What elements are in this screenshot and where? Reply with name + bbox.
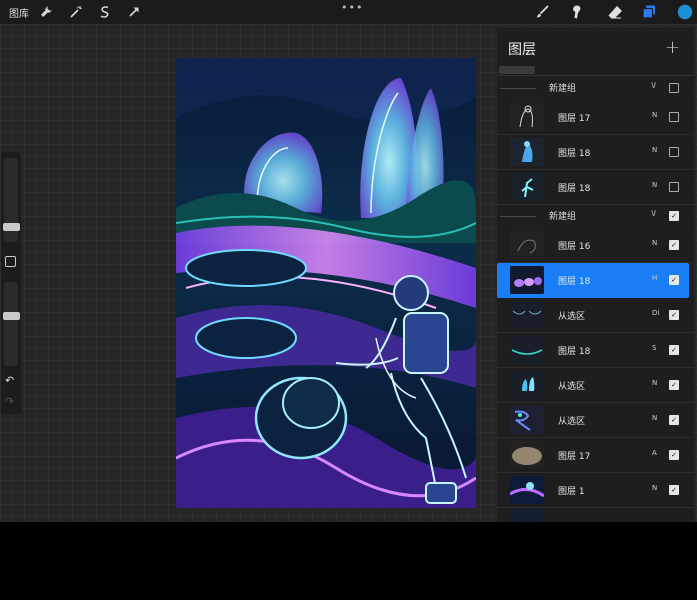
layer-thumbnail <box>510 336 544 364</box>
group-indicator <box>500 216 536 217</box>
next-layer-thumbnail[interactable] <box>510 508 544 522</box>
group-indicator <box>500 88 536 89</box>
more-options-icon[interactable]: ••• <box>341 1 363 14</box>
layer-row[interactable]: 图层 17 N <box>497 100 694 135</box>
blend-mode[interactable]: N <box>652 484 657 492</box>
layer-thumbnail <box>510 301 544 329</box>
add-layer-button[interactable]: + <box>665 37 680 58</box>
layers-panel-title: 图层 <box>508 42 536 58</box>
blend-mode[interactable]: Di <box>652 309 659 317</box>
layer-row[interactable]: 图层 16 N ✓ <box>497 228 694 263</box>
visibility-checkbox[interactable]: ✓ <box>669 275 679 285</box>
visibility-checkbox[interactable]: ✓ <box>669 415 679 425</box>
layer-row[interactable]: 从选区 N ✓ <box>497 368 694 403</box>
selection-icon[interactable] <box>96 3 114 21</box>
blend-mode[interactable]: N <box>652 146 657 154</box>
blend-mode[interactable]: N <box>652 181 657 189</box>
magic-wand-icon[interactable] <box>67 3 85 21</box>
layer-row[interactable]: 图层 18 S ✓ <box>497 333 694 368</box>
visibility-checkbox[interactable]: ✓ <box>669 211 679 221</box>
layer-name: 图层 18 <box>558 149 591 159</box>
chevron-down-icon[interactable]: ∨ <box>650 80 657 91</box>
undo-icon[interactable]: ↶ <box>5 374 14 387</box>
redo-icon[interactable]: ↷ <box>5 395 14 408</box>
blend-mode[interactable]: A <box>652 449 657 457</box>
layer-thumbnail <box>510 173 544 201</box>
top-toolbar: 图库 ••• <box>0 0 697 24</box>
layer-thumbnail <box>510 231 544 259</box>
layer-name: 图层 1 <box>558 487 585 497</box>
brush-size-slider[interactable] <box>3 158 20 242</box>
blend-mode[interactable]: N <box>652 379 657 387</box>
layer-thumbnail <box>510 441 544 469</box>
procreate-app: 图库 ••• ↶ ↷ 图层 + 新建组 ∨ 图层 17 N 图层 18 N 图层… <box>0 0 697 522</box>
visibility-checkbox[interactable] <box>669 182 679 192</box>
layers-panel: 图层 + 新建组 ∨ 图层 17 N 图层 18 N 图层 18 N 新建组 ∨… <box>497 28 694 522</box>
visibility-checkbox[interactable] <box>669 83 679 93</box>
visibility-checkbox[interactable]: ✓ <box>669 450 679 460</box>
brush-icon[interactable] <box>533 3 551 21</box>
wrench-icon[interactable] <box>37 3 55 21</box>
layer-name: 图层 16 <box>558 242 591 252</box>
visibility-checkbox[interactable] <box>669 112 679 122</box>
opacity-thumb[interactable] <box>3 312 20 320</box>
layer-row[interactable]: 图层 18 N <box>497 135 694 170</box>
layer-thumbnail <box>510 138 544 166</box>
layer-name: 图层 18 <box>558 184 591 194</box>
visibility-checkbox[interactable]: ✓ <box>669 380 679 390</box>
opacity-slider[interactable] <box>3 282 20 366</box>
visibility-checkbox[interactable] <box>669 147 679 157</box>
blend-mode[interactable]: N <box>652 111 657 119</box>
blend-mode[interactable]: N <box>652 239 657 247</box>
layer-thumbnail <box>510 476 544 504</box>
visibility-checkbox[interactable]: ✓ <box>669 310 679 320</box>
modify-square-icon[interactable] <box>5 256 16 267</box>
layer-row[interactable]: 从选区 Di ✓ <box>497 298 694 333</box>
layer-name: 图层 18 <box>558 277 591 287</box>
layer-name: 图层 17 <box>558 452 591 462</box>
chevron-down-icon[interactable]: ∨ <box>650 208 657 219</box>
layer-name: 图层 18 <box>558 347 591 357</box>
previous-layer-thumbnail[interactable] <box>499 66 535 74</box>
layer-group[interactable]: 新建组 ∨ ✓ <box>497 205 694 227</box>
layer-thumbnail <box>510 266 544 294</box>
layer-name: 图层 17 <box>558 114 591 124</box>
left-sidebar: ↶ ↷ <box>1 152 21 414</box>
layer-row[interactable]: 图层 1 N ✓ <box>497 473 694 508</box>
blend-mode[interactable]: S <box>652 344 656 352</box>
brush-size-thumb[interactable] <box>3 223 20 231</box>
canvas-artwork[interactable] <box>176 58 476 508</box>
gallery-button[interactable]: 图库 <box>9 5 29 20</box>
visibility-checkbox[interactable]: ✓ <box>669 240 679 250</box>
color-swatch[interactable] <box>676 3 694 21</box>
layer-row-selected[interactable]: 图层 18 H ✓ <box>497 263 689 298</box>
layer-row[interactable]: 从选区 N ✓ <box>497 403 694 438</box>
layer-name: 从选区 <box>558 382 586 392</box>
transform-arrow-icon[interactable] <box>125 3 143 21</box>
layer-thumbnail <box>510 371 544 399</box>
layers-icon[interactable] <box>640 3 658 21</box>
visibility-checkbox[interactable]: ✓ <box>669 345 679 355</box>
layer-name: 从选区 <box>558 417 586 427</box>
group-name: 新建组 <box>549 84 577 94</box>
layer-row[interactable]: 图层 18 N <box>497 170 694 205</box>
eraser-icon[interactable] <box>606 3 624 21</box>
layer-thumbnail <box>510 406 544 434</box>
blend-mode[interactable]: H <box>652 274 657 282</box>
layer-group[interactable]: 新建组 ∨ <box>497 77 694 99</box>
group-name: 新建组 <box>549 212 577 222</box>
layer-row[interactable]: 图层 17 A ✓ <box>497 438 694 473</box>
visibility-checkbox[interactable]: ✓ <box>669 485 679 495</box>
divider <box>497 75 694 76</box>
blend-mode[interactable]: N <box>652 414 657 422</box>
smudge-icon[interactable] <box>567 3 585 21</box>
layer-name: 从选区 <box>558 312 586 322</box>
layer-thumbnail <box>510 103 544 131</box>
